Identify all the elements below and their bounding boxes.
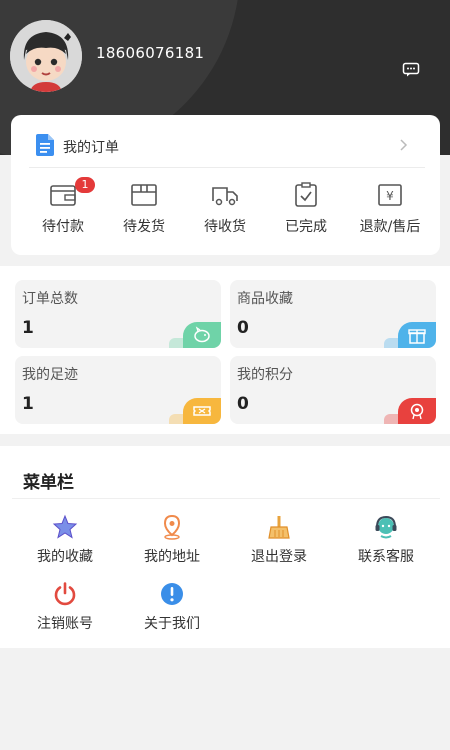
message-icon[interactable] [402, 62, 420, 78]
divider [29, 167, 425, 168]
menu-panel: 菜单栏 我的收藏 我的地址 退出登录 联系客服 注销账号 关于我们 [0, 446, 450, 648]
unpaid-count-badge: 1 [75, 177, 95, 193]
menu-item-label: 退出登录 [251, 549, 307, 565]
wallet-icon [50, 185, 76, 206]
order-status-label: 退款/售后 [359, 219, 421, 235]
order-status-pending-shipment[interactable]: 待发货 [104, 181, 184, 243]
order-card: 我的订单 1 待付款 待发货 待收货 已完成 ¥ 退款/售后 [11, 115, 440, 255]
menu-item-logout[interactable]: 退出登录 [229, 514, 329, 574]
gift-icon [408, 329, 426, 344]
stats-panel: 订单总数 1 商品收藏 0 我的足迹 1 我的积分 0 [0, 266, 450, 434]
medal-icon [410, 403, 424, 420]
menu-item-about-us[interactable]: 关于我们 [122, 581, 222, 641]
svg-text:¥: ¥ [386, 189, 394, 203]
menu-title: 菜单栏 [23, 473, 74, 493]
menu-item-label: 注销账号 [37, 616, 93, 632]
menu-item-label: 联系客服 [358, 549, 414, 565]
menu-item-customer-service[interactable]: 联系客服 [336, 514, 436, 574]
menu-item-deactivate-account[interactable]: 注销账号 [15, 581, 115, 641]
avatar[interactable] [10, 20, 82, 92]
location-pin-icon [163, 514, 181, 540]
order-status-refund[interactable]: ¥ 退款/售后 [347, 181, 433, 243]
divider [12, 498, 440, 499]
stat-value: 1 [22, 394, 34, 414]
stat-label: 订单总数 [22, 291, 78, 307]
headset-icon [375, 515, 397, 539]
chevron-right-icon [400, 139, 408, 151]
star-icon [52, 514, 78, 539]
menu-item-label: 关于我们 [144, 616, 200, 632]
stat-corner [183, 398, 221, 424]
stat-corner [398, 322, 436, 348]
stat-value: 0 [237, 318, 249, 338]
stat-label: 商品收藏 [237, 291, 293, 307]
my-orders-row[interactable]: 我的订单 [11, 115, 440, 167]
stat-label: 我的积分 [237, 367, 293, 383]
user-phone: 18606076181 [96, 44, 205, 62]
menu-item-address[interactable]: 我的地址 [122, 514, 222, 574]
menu-item-label: 我的地址 [144, 549, 200, 565]
stat-card-order-total[interactable]: 订单总数 1 [15, 280, 221, 348]
stat-card-favorites[interactable]: 商品收藏 0 [230, 280, 436, 348]
order-status-label: 已完成 [285, 219, 327, 235]
power-icon [54, 582, 76, 606]
truck-icon [212, 187, 238, 206]
info-icon [161, 583, 183, 605]
stat-value: 1 [22, 318, 34, 338]
order-status-label: 待收货 [204, 219, 246, 235]
broom-icon [268, 516, 290, 539]
stat-card-footprints[interactable]: 我的足迹 1 [15, 356, 221, 424]
menu-item-favorites[interactable]: 我的收藏 [15, 514, 115, 574]
ticket-icon [193, 406, 211, 416]
package-icon [131, 184, 157, 206]
order-status-label: 待发货 [123, 219, 165, 235]
stat-corner [398, 398, 436, 424]
stat-card-points[interactable]: 我的积分 0 [230, 356, 436, 424]
document-icon [36, 134, 54, 156]
stat-corner [183, 322, 221, 348]
order-status-pending-payment[interactable]: 1 待付款 [23, 177, 103, 243]
clipboard-check-icon [295, 182, 317, 207]
stat-label: 我的足迹 [22, 367, 78, 383]
avatar-image [10, 20, 82, 92]
piggy-bank-icon [194, 326, 210, 343]
menu-item-label: 我的收藏 [37, 549, 93, 565]
order-status-completed[interactable]: 已完成 [266, 181, 346, 243]
order-status-label: 待付款 [42, 219, 84, 235]
my-orders-title: 我的订单 [63, 140, 119, 156]
order-status-pending-receipt[interactable]: 待收货 [185, 181, 265, 243]
stat-value: 0 [237, 394, 249, 414]
refund-icon: ¥ [378, 184, 402, 206]
